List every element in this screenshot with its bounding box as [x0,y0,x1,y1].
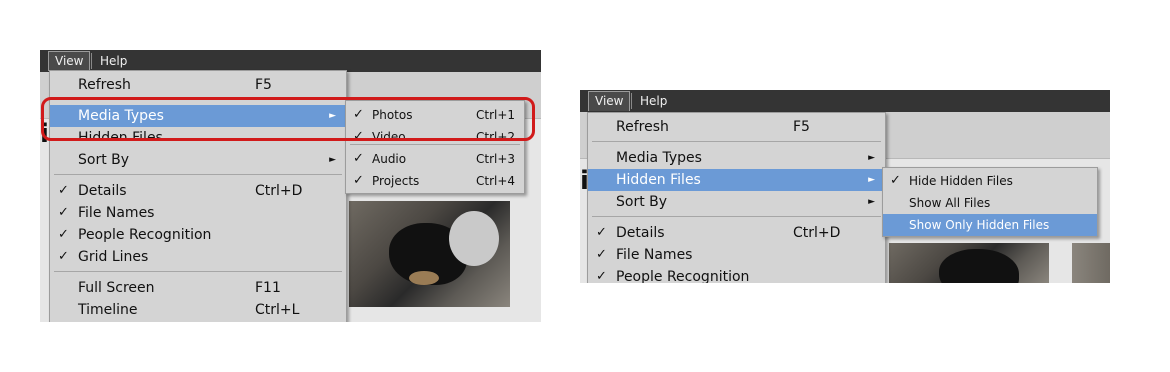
menu-item-label: Audio [372,152,407,166]
check-icon: ✓ [58,227,69,242]
menu-separator [592,141,881,142]
dog-ear-shape [449,211,499,266]
shortcut-label: F11 [255,280,281,296]
menu-bar: View Help [580,90,1110,112]
menu-item-label: Full Screen [78,280,155,296]
submenu-item-hide-hidden-files[interactable]: ✓ Hide Hidden Files [883,170,1097,192]
menu-separator [350,144,520,145]
left-screenshot: View Help i Refresh F5 Media Types ► Hid… [40,50,541,322]
dog-paw-shape [409,271,439,285]
submenu-arrow-icon: ► [868,175,875,185]
menu-item-file-names[interactable]: ✓ File Names [588,244,885,266]
hidden-files-submenu: ✓ Hide Hidden Files Show All Files Show … [882,167,1098,237]
menu-item-label: Details [78,183,127,199]
check-icon: ✓ [353,173,364,188]
menu-item-refresh[interactable]: Refresh F5 [588,116,885,138]
menu-separator [592,216,881,217]
menu-item-label: Timeline [78,302,138,318]
menu-item-media-types[interactable]: Media Types ► [588,147,885,169]
menu-item-people-recognition[interactable]: ✓ People Recognition [588,266,885,283]
menu-item-sort-by[interactable]: Sort By ► [588,191,885,213]
submenu-item-projects[interactable]: ✓ Projects Ctrl+4 [346,170,524,192]
shortcut-label: Ctrl+D [793,225,841,241]
menu-item-file-names[interactable]: ✓ File Names [50,202,346,224]
menu-help[interactable]: Help [634,91,673,111]
check-icon: ✓ [596,247,607,262]
menu-item-full-screen[interactable]: Full Screen F11 [50,277,346,299]
dog-head-shape [939,249,1019,283]
shortcut-label: Ctrl+L [255,302,300,318]
menu-item-label: Grid Lines [78,249,149,265]
menu-item-label: Projects [372,174,420,188]
menu-item-label: People Recognition [78,227,212,243]
menu-bar: View Help [40,50,541,72]
shortcut-label: Ctrl+3 [476,152,516,166]
menu-item-refresh[interactable]: Refresh F5 [50,74,346,96]
menu-item-people-recognition[interactable]: ✓ People Recognition [50,224,346,246]
submenu-arrow-icon: ► [868,153,875,163]
shortcut-label: F5 [255,77,272,93]
menu-item-label: People Recognition [616,269,750,283]
check-icon: ✓ [596,225,607,240]
menu-view[interactable]: View [588,91,631,111]
menu-item-label: Hide Hidden Files [909,174,1013,188]
submenu-arrow-icon: ► [329,155,336,165]
menu-item-label: Sort By [78,152,130,168]
shortcut-label: F5 [793,119,810,135]
right-screenshot: View Help i Refresh F5 Media Types ► Hid… [580,90,1110,283]
check-icon: ✓ [58,205,69,220]
menu-item-label: File Names [78,205,155,221]
menu-item-label: File Names [616,247,693,263]
menubar-divider [91,53,92,69]
check-icon: ✓ [890,173,901,188]
menu-item-label: Show Only Hidden Files [909,218,1050,232]
dog-photo-thumbnail[interactable] [349,201,510,307]
submenu-arrow-icon: ► [868,197,875,207]
shortcut-label: Ctrl+D [255,183,303,199]
submenu-item-audio[interactable]: ✓ Audio Ctrl+3 [346,148,524,170]
menu-item-hidden-files[interactable]: Hidden Files ► [588,169,885,191]
dog-photo-thumbnail[interactable] [889,243,1049,283]
check-icon: ✓ [58,183,69,198]
menu-item-timeline[interactable]: Timeline Ctrl+L [50,299,346,321]
view-menu-dropdown: Refresh F5 Media Types ► Hidden Files ► … [587,112,886,283]
menu-item-label: Refresh [78,77,131,93]
menu-item-label: Media Types [616,150,702,166]
menu-item-label: Details [616,225,665,241]
shortcut-label: Ctrl+4 [476,174,516,188]
photo-thumbnail-partial [1072,243,1110,283]
check-icon: ✓ [353,151,364,166]
menu-separator [54,174,342,175]
menu-help[interactable]: Help [94,51,133,71]
check-icon: ✓ [58,249,69,264]
menu-item-label: Sort By [616,194,668,210]
menu-item-label: Refresh [616,119,669,135]
check-icon: ✓ [596,269,607,283]
menu-item-details[interactable]: ✓ Details Ctrl+D [50,180,346,202]
menubar-divider [631,93,632,109]
menu-item-details[interactable]: ✓ Details Ctrl+D [588,222,885,244]
highlight-callout-oval [41,97,535,141]
menu-view[interactable]: View [48,51,91,71]
menu-item-label: Hidden Files [616,172,701,188]
menu-item-grid-lines[interactable]: ✓ Grid Lines [50,246,346,268]
menu-item-sort-by[interactable]: Sort By ► [50,149,346,171]
submenu-item-show-all-files[interactable]: Show All Files [883,192,1097,214]
submenu-item-show-only-hidden-files[interactable]: Show Only Hidden Files [883,214,1097,236]
menu-item-label: Show All Files [909,196,991,210]
menu-separator [54,271,342,272]
